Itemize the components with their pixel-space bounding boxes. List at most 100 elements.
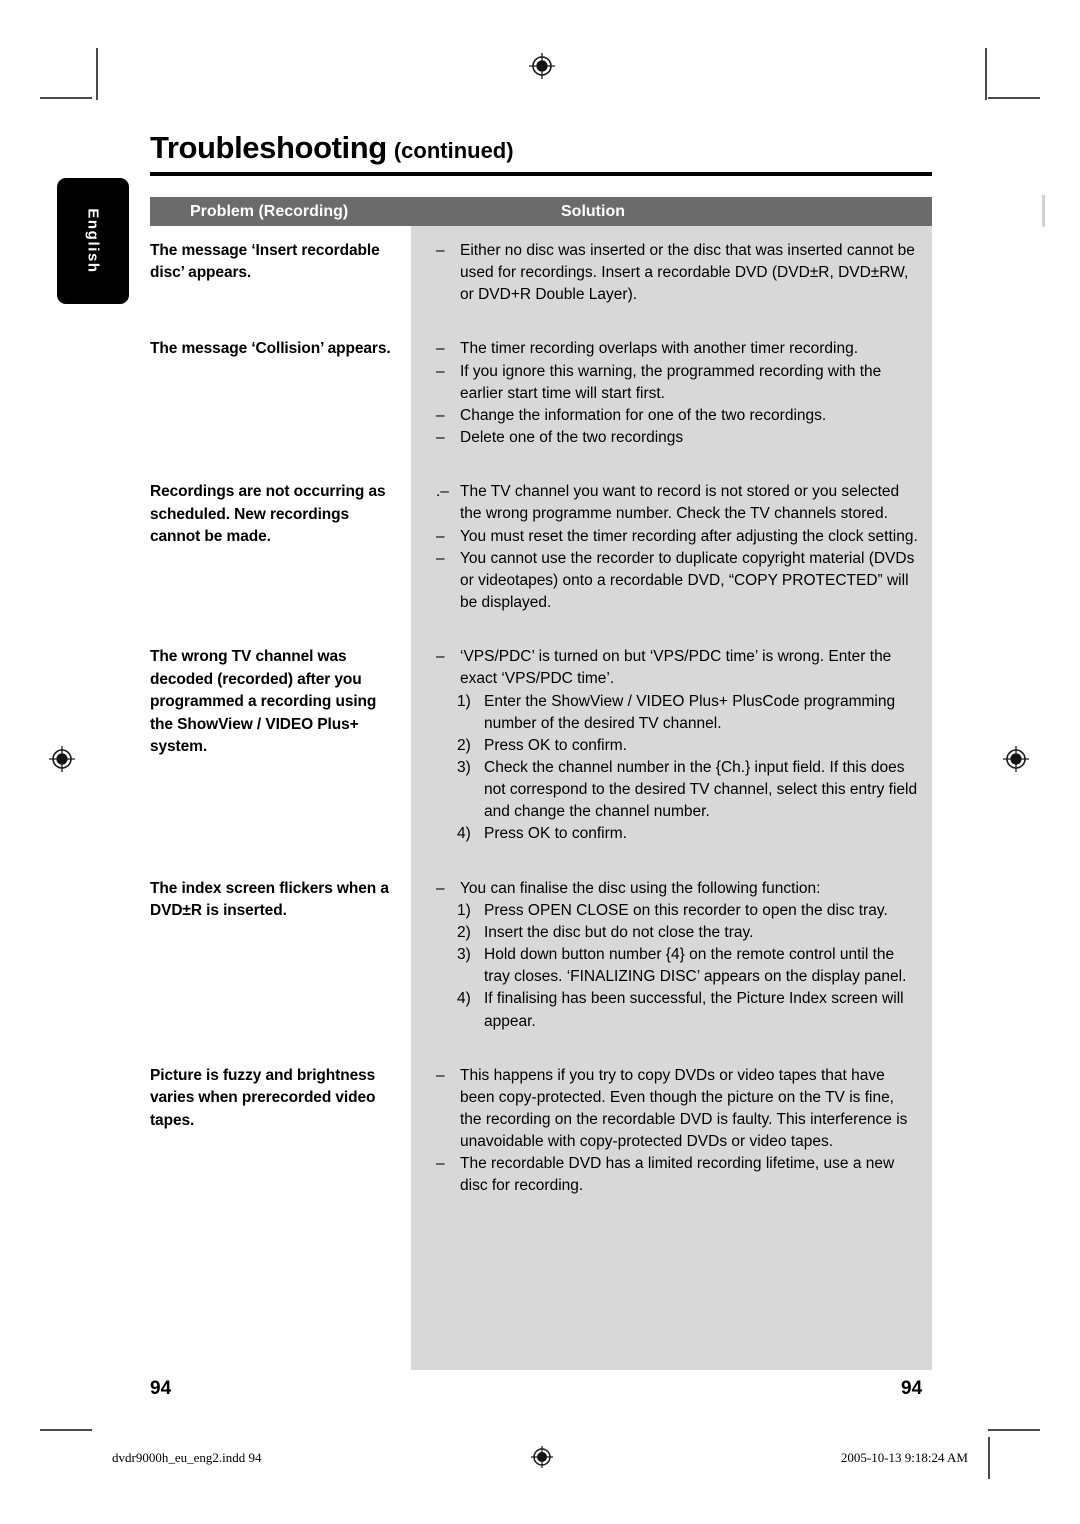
registration-target-icon-left [48,745,76,773]
solution-cell: – The timer recording overlaps with anoth… [411,324,932,449]
solution-cell: – ‘VPS/PDC’ is turned on but ‘VPS/PDC tim… [411,632,932,845]
page-number-right: 94 [901,1378,923,1399]
table-row: The wrong TV channel was decoded (record… [150,632,932,845]
list-item: 1) Press OPEN CLOSE on this recorder to o… [457,900,918,922]
problem-cell: The index screen flickers when a DVD±R i… [150,879,389,920]
bullet-dash-icon: – [436,340,445,358]
step-number: 4) [457,825,471,843]
list-item: 2) Insert the disc but do not close the t… [457,922,918,944]
solution-step-list: 1) Press OPEN CLOSE on this recorder to o… [436,900,918,1033]
row-spacer [150,846,932,864]
list-item: 2) Press OK to confirm. [457,735,918,757]
step-number: 3) [457,758,471,776]
problem-cell: Picture is fuzzy and brightness varies w… [150,1066,376,1129]
crop-mark-top-right-vertical [985,48,987,100]
bullet-dash-icon: – [436,549,445,567]
step-text: Check the channel number in the {Ch.} in… [484,758,918,821]
crop-mark-top-left-horizontal [40,97,92,99]
step-number: 2) [457,736,471,754]
solution-cell: – Either no disc was inserted or the disc… [411,226,932,306]
column-header-problem: Problem (Recording) [190,203,349,220]
solution-bullet: – You can finalise the disc using the fol… [436,878,918,900]
list-item: 1) Enter the ShowView / VIDEO Plus+ PlusC… [457,691,918,735]
solution-cell: – This happens if you try to copy DVDs or… [411,1051,932,1198]
page-number-left: 94 [150,1378,172,1399]
table-row: Picture is fuzzy and brightness varies w… [150,1051,932,1198]
step-number: 1) [457,692,471,710]
bullet-dash-icon: – [436,406,445,424]
printed-page: English Troubleshooting (continued) Probl… [0,0,1080,1524]
solution-cell: .– The TV channel you want to record is n… [411,467,932,614]
imprint-filename: dvdr9000h_eu_eng2.indd 94 [112,1450,262,1465]
solution-bullet: – Either no disc was inserted or the disc… [436,240,918,306]
language-tab-label: English [84,208,102,274]
page-title-continued: (continued) [393,138,514,163]
page-title: Troubleshooting (continued) [150,130,932,166]
solution-bullet: – The timer recording overlaps with anoth… [436,338,918,360]
imprint-timestamp: 2005-10-13 9:18:24 AM [840,1450,968,1465]
solution-bullet: – This happens if you try to copy DVDs or… [436,1065,918,1154]
step-text: Insert the disc but do not close the tra… [484,923,754,941]
bullet-text: You can finalise the disc using the foll… [460,879,821,897]
bullet-text: The recordable DVD has a limited recordi… [460,1155,895,1195]
bullet-text: The TV channel you want to record is not… [460,483,900,523]
list-item: 3) Hold down button number {4} on the rem… [457,944,918,988]
bullet-text: ‘VPS/PDC’ is turned on but ‘VPS/PDC time… [460,648,892,688]
bullet-text: Change the information for one of the tw… [460,406,827,424]
row-spacer [150,306,932,324]
list-item: 4) Press OK to confirm. [457,823,918,845]
table-row: Recordings are not occurring as schedule… [150,467,932,614]
bullet-dash-icon: – [436,527,445,545]
problem-cell: The message ‘Collision’ appears. [150,340,391,358]
column-header-solution: Solution [561,203,625,220]
bullet-text: Delete one of the two recordings [460,429,684,447]
step-text: Press OPEN CLOSE on this recorder to ope… [484,901,888,919]
step-text: Press OK to confirm. [484,736,627,754]
solution-bullet: – If you ignore this warning, the program… [436,361,918,405]
table-row: The message ‘Insert recordable disc’ app… [150,226,932,306]
step-text: Press OK to confirm. [484,825,627,843]
solution-bullet: – The recordable DVD has a limited record… [436,1153,918,1197]
list-item: 3) Check the channel number in the {Ch.} … [457,757,918,823]
language-tab-english: English [57,178,129,304]
bullet-dash-icon: – [436,362,445,380]
step-text: If finalising has been successful, the P… [484,990,904,1030]
problem-cell: The wrong TV channel was decoded (record… [150,648,377,756]
row-spacer [150,614,932,632]
bullet-text: Either no disc was inserted or the disc … [460,242,915,304]
bullet-text: You cannot use the recorder to duplicate… [460,549,915,612]
table-row: The message ‘Collision’ appears. – The tim… [150,324,932,449]
crop-mark-bottom-left-horizontal [40,1429,92,1431]
bullet-dash-icon: – [436,242,445,259]
title-divider [150,172,932,176]
registration-target-icon-top [528,52,556,80]
page-title-main: Troubleshooting [150,130,387,165]
bullet-text: The timer recording overlaps with anothe… [460,340,859,358]
row-spacer [150,449,932,467]
registration-target-icon-right [1002,745,1030,773]
bullet-dash-icon: – [436,1066,445,1084]
crop-mark-bottom-right-horizontal [988,1429,1040,1431]
step-number: 2) [457,923,471,941]
bullet-dash-icon: – [436,1155,445,1173]
bullet-dash-icon: .– [436,483,449,501]
table-row: The index screen flickers when a DVD±R i… [150,864,932,1033]
step-text: Enter the ShowView / VIDEO Plus+ PlusCod… [484,692,896,732]
step-text: Hold down button number {4} on the remot… [484,946,907,986]
bullet-text: You must reset the timer recording after… [460,527,918,545]
crop-mark-top-right-horizontal [988,97,1040,99]
solution-bullet: – You must reset the timer recording afte… [436,526,918,548]
solution-bullet: – Delete one of the two recordings [436,427,918,449]
step-number: 3) [457,946,471,964]
solution-bullet: – You cannot use the recorder to duplicat… [436,548,918,614]
solution-cell: – You can finalise the disc using the fol… [411,864,932,1033]
solution-bullet: – Change the information for one of the t… [436,405,918,427]
problem-cell: Recordings are not occurring as schedule… [150,483,386,546]
print-artifact-line [1042,195,1045,227]
bullet-dash-icon: – [436,648,445,666]
step-number: 1) [457,901,471,919]
bullet-text: This happens if you try to copy DVDs or … [460,1066,908,1151]
list-item: 4) If finalising has been successful, the… [457,988,918,1032]
imprint-divider [988,1437,990,1479]
crop-mark-top-left-vertical [96,48,98,100]
